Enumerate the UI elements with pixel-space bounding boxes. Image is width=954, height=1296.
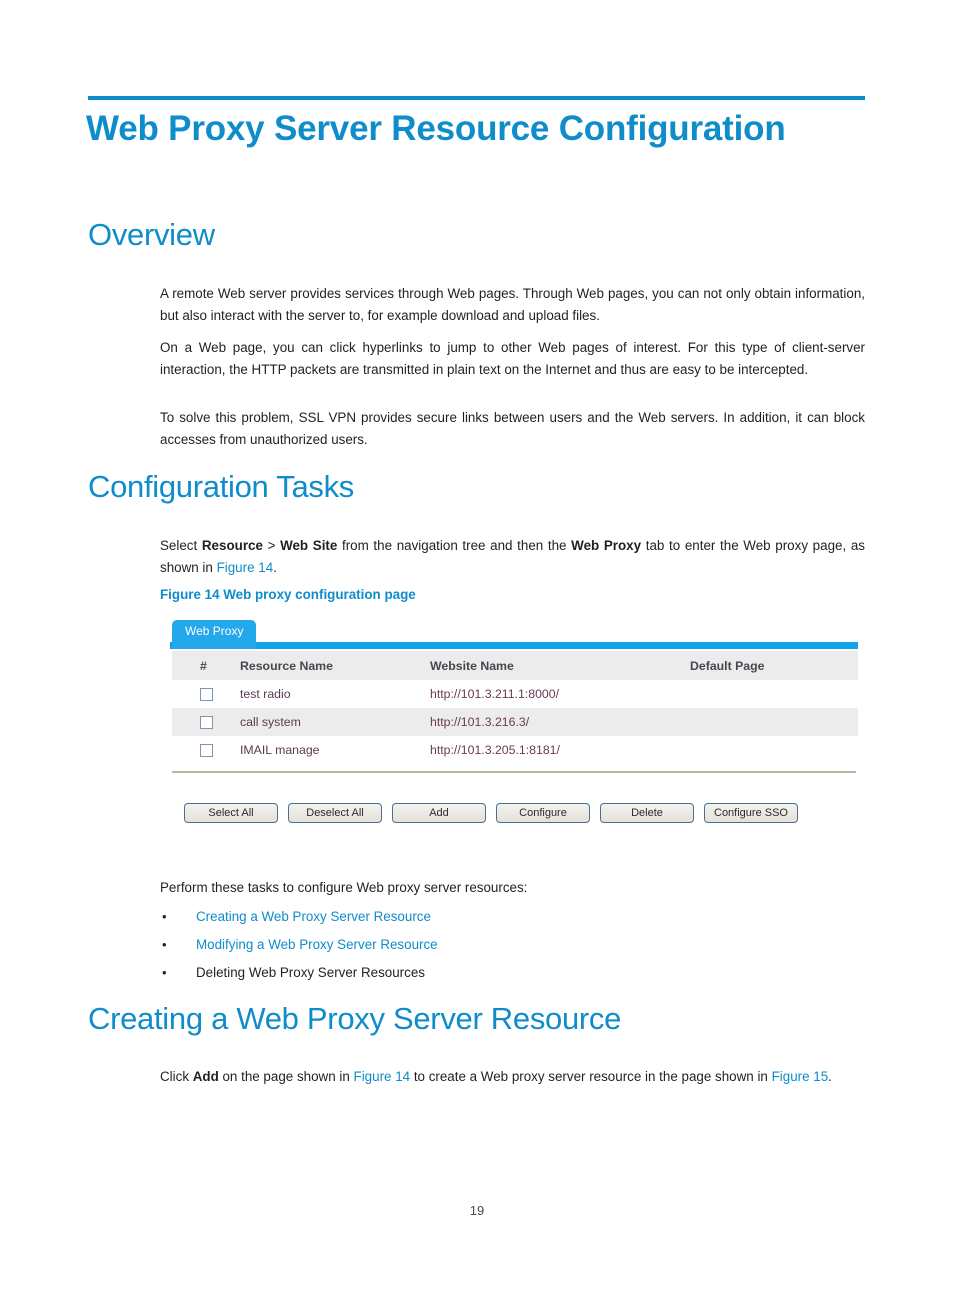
intro-end: . (273, 559, 277, 575)
cell-website-name: http://101.3.205.1:8181/ (430, 743, 560, 757)
tab-strip: Web Proxy (170, 620, 858, 649)
table-bottom-divider (172, 771, 856, 773)
tab-strip-bar (170, 642, 858, 649)
page-title: Web Proxy Server Resource Configuration (86, 109, 786, 148)
table-row[interactable]: test radio http://101.3.211.1:8000/ (172, 680, 858, 708)
paragraph-perform-tasks: Perform these tasks to configure Web pro… (160, 880, 528, 895)
paragraph-creating-intro: Click Add on the page shown in Figure 14… (160, 1066, 865, 1088)
list-item: • Deleting Web Proxy Server Resources (160, 959, 865, 987)
column-header-website-name: Website Name (430, 658, 514, 673)
delete-button[interactable]: Delete (600, 803, 694, 823)
creating-middle: on the page shown in (218, 1069, 354, 1084)
row-checkbox[interactable] (200, 744, 213, 758)
cell-resource-name: call system (240, 715, 301, 729)
text-deleting-web-proxy-server-resources: Deleting Web Proxy Server Resources (196, 965, 425, 980)
creating-prefix: Click (160, 1069, 193, 1084)
xref-figure-14[interactable]: Figure 14 (217, 560, 274, 575)
heading-overview: Overview (88, 217, 215, 252)
paragraph-overview-2: On a Web page, you can click hyperlinks … (160, 340, 865, 377)
list-item[interactable]: • Creating a Web Proxy Server Resource (160, 903, 865, 931)
row-checkbox[interactable] (200, 716, 213, 730)
column-header-resource-name: Resource Name (240, 658, 333, 673)
paragraph-overview-3: To solve this problem, SSL VPN provides … (160, 410, 865, 447)
heading-configuration-tasks: Configuration Tasks (88, 469, 354, 504)
creating-middle-2: to create a Web proxy server resource in… (410, 1069, 772, 1084)
cell-resource-name: test radio (240, 687, 291, 701)
title-rule (88, 96, 865, 100)
creating-bold-add: Add (192, 1069, 219, 1084)
button-bar: Select All Deselect All Add Configure De… (184, 803, 798, 823)
document-page: Web Proxy Server Resource Configuration … (0, 0, 954, 1296)
intro-bold-web-proxy: Web Proxy (571, 538, 642, 553)
xref-figure-15[interactable]: Figure 15 (772, 1069, 829, 1084)
paragraph-config-intro: Select Resource > Web Site from the navi… (160, 535, 865, 578)
web-proxy-table: # Resource Name Website Name Default Pag… (172, 651, 858, 764)
configure-sso-button[interactable]: Configure SSO (704, 803, 798, 823)
page-number: 19 (469, 1203, 485, 1218)
intro-prefix: Select (160, 538, 202, 553)
intro-bold-web-site: Web Site (280, 538, 338, 553)
cell-resource-name: IMAIL manage (240, 743, 320, 757)
deselect-all-button[interactable]: Deselect All (288, 803, 382, 823)
figure-caption-14: Figure 14 Web proxy configuration page (160, 587, 416, 602)
creating-end: . (828, 1069, 832, 1084)
bullet-icon: • (162, 937, 167, 952)
table-header-row: # Resource Name Website Name Default Pag… (172, 651, 858, 680)
intro-middle: from the navigation tree and then the (337, 538, 572, 553)
heading-creating-web-proxy-server-resource: Creating a Web Proxy Server Resource (88, 1001, 622, 1036)
table-row[interactable]: call system http://101.3.216.3/ (172, 708, 858, 736)
intro-bold-resource: Resource (201, 538, 263, 553)
intro-separator: > (262, 538, 281, 553)
configure-button[interactable]: Configure (496, 803, 590, 823)
cell-website-name: http://101.3.211.1:8000/ (430, 687, 559, 701)
bullet-icon: • (162, 909, 167, 924)
xref-figure-14-second[interactable]: Figure 14 (354, 1069, 411, 1084)
add-button[interactable]: Add (392, 803, 486, 823)
list-item[interactable]: • Modifying a Web Proxy Server Resource (160, 931, 865, 959)
bullet-icon: • (162, 965, 167, 980)
column-header-default-page: Default Page (690, 658, 765, 673)
task-list: • Creating a Web Proxy Server Resource •… (160, 903, 865, 987)
link-creating-web-proxy-server-resource[interactable]: Creating a Web Proxy Server Resource (196, 903, 431, 931)
link-modifying-web-proxy-server-resource[interactable]: Modifying a Web Proxy Server Resource (196, 931, 438, 959)
cell-website-name: http://101.3.216.3/ (430, 715, 530, 729)
tab-web-proxy[interactable]: Web Proxy (172, 620, 257, 649)
row-checkbox-cell (172, 743, 240, 758)
figure-14-screenshot: Web Proxy # Resource Name Website Name D… (170, 620, 870, 840)
row-checkbox-cell (172, 715, 240, 730)
paragraph-overview-1: A remote Web server provides services th… (160, 286, 865, 323)
row-checkbox-cell (172, 687, 240, 702)
select-all-button[interactable]: Select All (184, 803, 278, 823)
row-checkbox[interactable] (200, 688, 213, 702)
column-header-index: # (200, 658, 207, 673)
table-row[interactable]: IMAIL manage http://101.3.205.1:8181/ (172, 736, 858, 764)
